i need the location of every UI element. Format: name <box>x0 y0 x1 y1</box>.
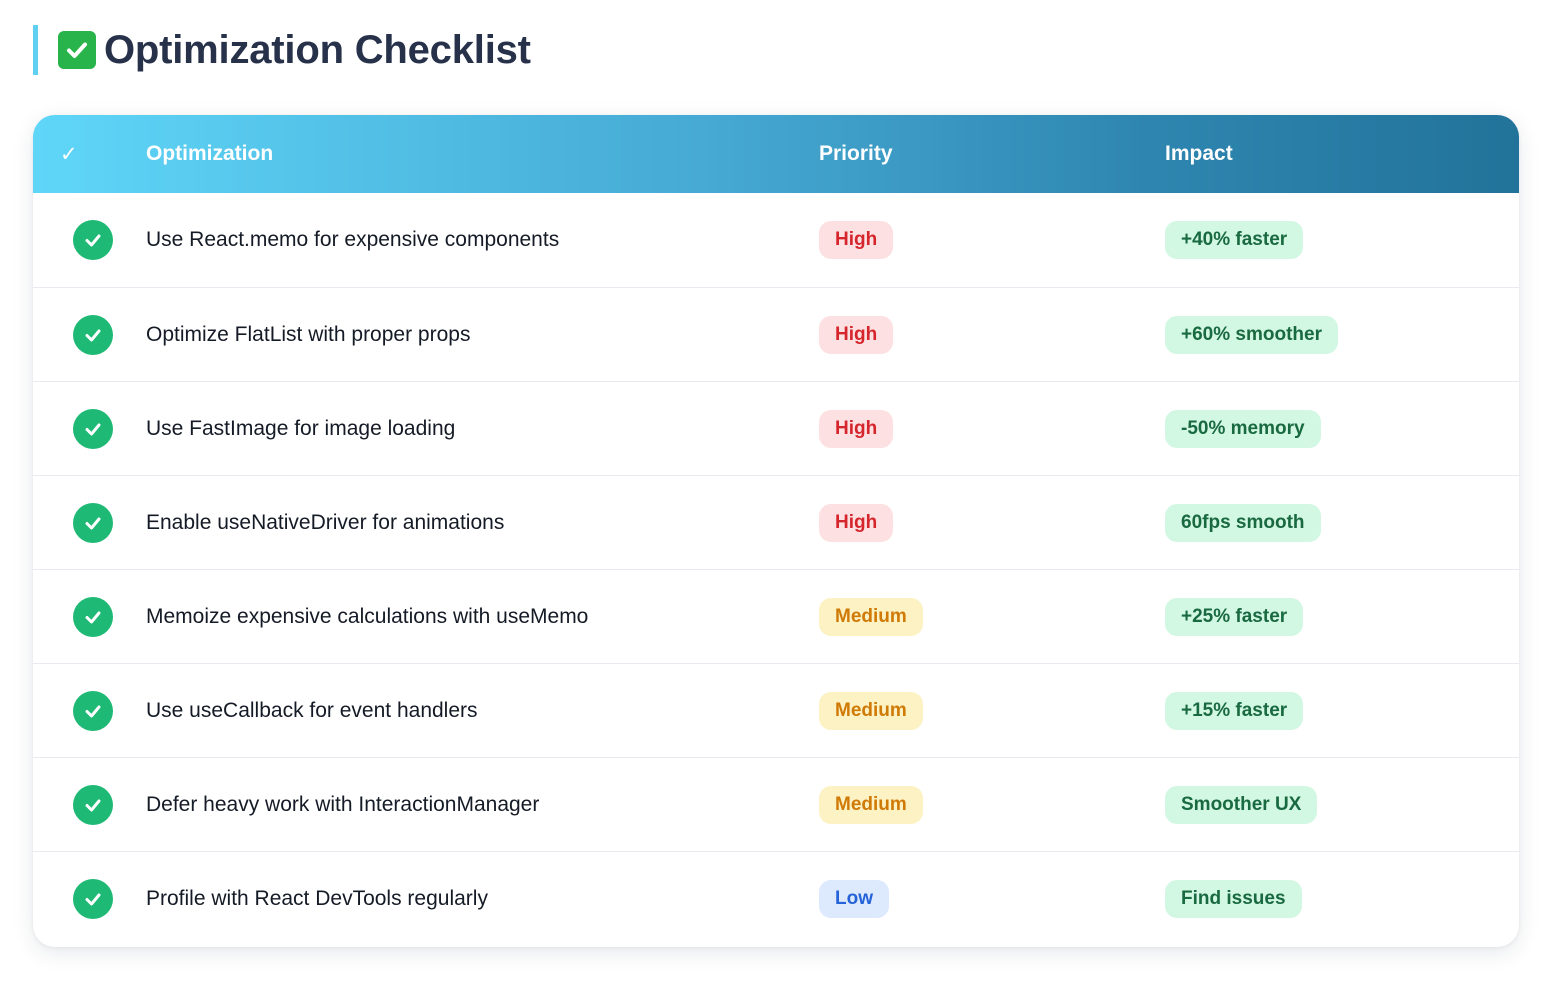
check-circle-icon <box>73 408 113 449</box>
table-row: Use useCallback for event handlers Mediu… <box>33 663 1519 757</box>
check-circle-icon <box>73 220 113 260</box>
priority-badge: High <box>819 221 894 259</box>
table-row: Use FastImage for image loading High -50… <box>33 381 1519 475</box>
priority-badge: High <box>819 315 894 354</box>
priority-badge: Medium <box>819 691 923 730</box>
header-check-column: ✓ <box>60 142 78 166</box>
impact-badge: +40% faster <box>1165 221 1304 259</box>
priority-badge: High <box>819 503 894 542</box>
check-circle-icon <box>73 596 113 637</box>
header-optimization-column: Optimization <box>146 142 274 165</box>
impact-badge: -50% memory <box>1165 409 1321 448</box>
header-priority-column: Priority <box>819 142 893 165</box>
optimization-label: Defer heavy work with InteractionManager <box>146 792 540 816</box>
table-header: ✓ Optimization Priority Impact <box>33 115 1519 193</box>
priority-badge: Medium <box>819 597 923 636</box>
optimization-label: Optimize FlatList with proper props <box>146 322 471 346</box>
table-row: Optimize FlatList with proper props High… <box>33 287 1519 381</box>
table-row: Use React.memo for expensive components … <box>33 193 1519 287</box>
table-row: Profile with React DevTools regularly Lo… <box>33 851 1519 945</box>
check-mark-button-icon <box>58 31 96 69</box>
impact-badge: Find issues <box>1165 879 1302 918</box>
check-circle-icon <box>73 784 113 825</box>
impact-badge: +25% faster <box>1165 597 1304 636</box>
optimization-label: Use React.memo for expensive components <box>146 228 560 251</box>
optimization-label: Use FastImage for image loading <box>146 416 456 440</box>
priority-badge: High <box>819 409 894 448</box>
priority-badge: Medium <box>819 785 923 824</box>
impact-badge: Smoother UX <box>1165 785 1318 824</box>
header-impact-column: Impact <box>1165 142 1233 165</box>
table-row: Memoize expensive calculations with useM… <box>33 569 1519 663</box>
check-circle-icon <box>73 314 113 355</box>
impact-badge: +60% smoother <box>1165 315 1338 354</box>
page-title-block: Optimization Checklist <box>33 25 531 75</box>
optimization-label: Enable useNativeDriver for animations <box>146 510 505 534</box>
optimization-label: Profile with React DevTools regularly <box>146 886 488 910</box>
optimization-table: ✓ Optimization Priority Impact Use React… <box>33 115 1519 947</box>
priority-badge: Low <box>819 879 889 918</box>
impact-badge: 60fps smooth <box>1165 503 1321 542</box>
table-row: Enable useNativeDriver for animations Hi… <box>33 475 1519 569</box>
table-body: Use React.memo for expensive components … <box>33 193 1519 945</box>
optimization-label: Use useCallback for event handlers <box>146 698 478 722</box>
impact-badge: +15% faster <box>1165 691 1304 730</box>
optimization-label: Memoize expensive calculations with useM… <box>146 604 589 628</box>
page-title: Optimization Checklist <box>104 27 531 72</box>
check-circle-icon <box>73 878 113 919</box>
table-row: Defer heavy work with InteractionManager… <box>33 757 1519 851</box>
check-circle-icon <box>73 502 113 543</box>
check-circle-icon <box>73 690 113 731</box>
